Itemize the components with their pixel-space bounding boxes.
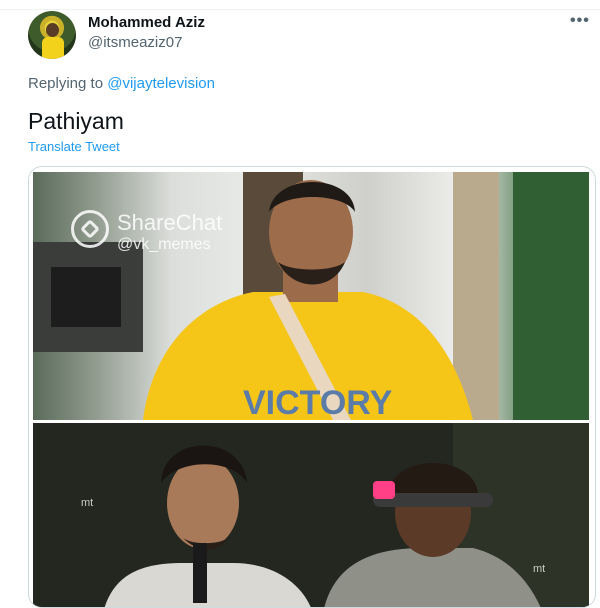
reply-context: Replying to @vijaytelevision	[28, 75, 215, 92]
meme-bottom-image	[33, 423, 589, 607]
tweet-media[interactable]: VICTORY ShareChat @vk_memes mt mt	[28, 166, 596, 608]
top-divider	[0, 0, 600, 10]
watermark-mark-right: mt	[533, 563, 546, 575]
author-handle[interactable]: @itsmeaziz07	[88, 34, 182, 51]
reply-mention-link[interactable]: @vijaytelevision	[107, 75, 215, 92]
avatar-head	[46, 23, 59, 37]
watermark-title: ShareChat	[117, 210, 223, 235]
tweet-text: Pathiyam	[28, 108, 124, 134]
meme-panel-top: VICTORY ShareChat @vk_memes	[33, 172, 589, 420]
translate-tweet-link[interactable]: Translate Tweet	[28, 139, 120, 154]
more-dots-icon[interactable]: •••	[570, 12, 590, 30]
watermark-handle: @vk_memes	[117, 236, 211, 253]
author-name[interactable]: Mohammed Aziz	[88, 14, 205, 31]
meme-panel-bottom: mt mt	[33, 423, 589, 607]
watermark-mark-left: mt	[81, 497, 94, 509]
sharechat-logo-icon	[71, 210, 109, 248]
avatar[interactable]	[28, 11, 76, 59]
avatar-jersey	[42, 37, 64, 59]
shirt-text: VICTORY	[243, 384, 393, 420]
reply-prefix: Replying to	[28, 75, 104, 92]
